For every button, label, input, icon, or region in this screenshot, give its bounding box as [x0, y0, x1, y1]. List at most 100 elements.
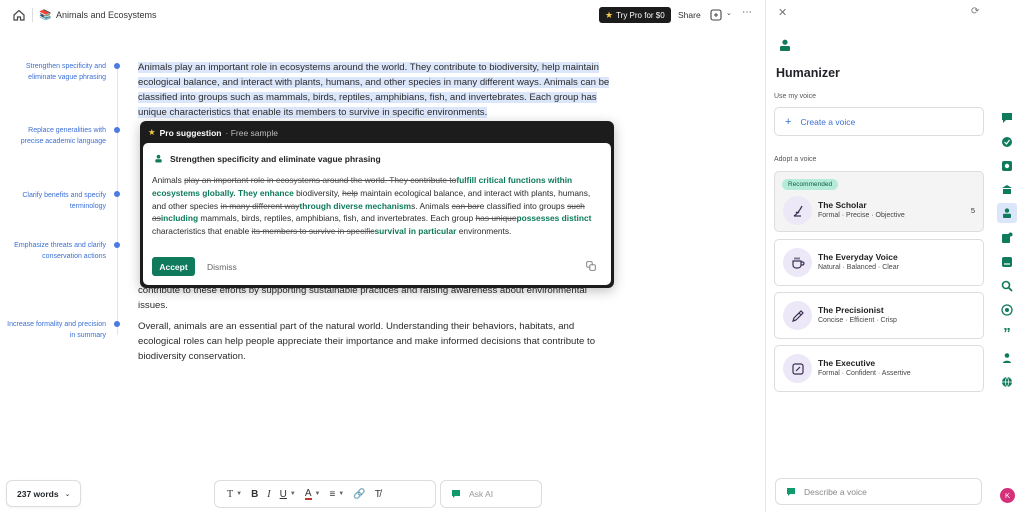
voice-card-precisionist[interactable]: The Precisionist Concise · Efficient · C…: [774, 292, 984, 339]
paraphrase-icon[interactable]: [999, 230, 1015, 246]
ai-chat-icon: [787, 487, 795, 496]
refresh-icon[interactable]: ⟳: [971, 6, 979, 17]
outline-dot: [114, 191, 120, 197]
outline-item-3[interactable]: Clarify benefits and specify terminology: [6, 191, 106, 212]
describe-voice-input[interactable]: Describe a voice: [775, 478, 982, 505]
editor-paragraph[interactable]: Overall, animals are an essential part o…: [138, 319, 618, 364]
pen-nib-icon: [783, 301, 812, 330]
share-button[interactable]: Share: [678, 10, 701, 20]
outline-item-2[interactable]: Replace generalities with precise academ…: [6, 126, 106, 147]
chevron-down-icon: ⌄: [64, 490, 71, 498]
top-bar: 📚 Animals and Ecosystems ★ Try Pro for $0…: [0, 0, 765, 30]
create-voice-button[interactable]: + Create a voice: [774, 107, 984, 136]
pen-square-icon: [783, 354, 812, 383]
humanizer-icon: [155, 154, 162, 163]
text-style-icon[interactable]: T: [227, 489, 233, 500]
user-avatar[interactable]: K: [1000, 488, 1015, 503]
recommended-badge: Recommended: [782, 179, 839, 190]
voice-count: 5: [970, 206, 975, 215]
suggestion-segment: e classified into groups: [479, 200, 568, 211]
outline-item-4[interactable]: Emphasize threats and clarify conservati…: [6, 241, 106, 262]
inserted-text: including: [160, 213, 199, 224]
suggestion-segment: Animals: [152, 175, 185, 185]
suggestion-segment: characteristics that enable: [152, 226, 252, 237]
globe-icon[interactable]: [999, 374, 1015, 390]
word-count-button[interactable]: 237 words ⌄: [6, 480, 82, 507]
quote-icon[interactable]: ”: [999, 326, 1015, 342]
outline-item-1[interactable]: Strengthen specificity and eliminate vag…: [6, 62, 106, 83]
suggestion-text: Animals play an important role in ecosys…: [152, 174, 602, 238]
accept-button[interactable]: Accept: [152, 257, 195, 276]
inserted-text: possesses distinct: [516, 213, 592, 224]
chevron-down-icon[interactable]: ▼: [236, 491, 242, 497]
deleted-text: in many different way: [220, 200, 300, 211]
deleted-text: can bar: [451, 200, 480, 211]
expert-review-icon[interactable]: [999, 254, 1015, 270]
doc-status-icon[interactable]: [710, 9, 722, 21]
suggestion-card: Strengthen specificity and eliminate vag…: [143, 143, 611, 285]
section-label: Use my voice: [774, 93, 817, 100]
deleted-text: help: [342, 187, 358, 198]
star-icon: ★: [605, 9, 614, 20]
plus-icon: +: [785, 115, 792, 128]
suggestion-segment: biodiversity,: [293, 187, 343, 198]
section-label: Adopt a voice: [774, 156, 817, 163]
humanizer-icon[interactable]: [997, 203, 1017, 223]
humanizer-panel: ✕ ⟳ Humanizer Use my voice + Create a vo…: [765, 0, 990, 512]
star-icon: ★: [148, 127, 156, 137]
outline-dot: [114, 127, 120, 133]
align-icon[interactable]: ≡: [329, 489, 335, 500]
outline-dot: [114, 321, 120, 327]
search-icon[interactable]: [999, 278, 1015, 294]
ai-chat-icon: [452, 490, 460, 498]
inserted-text: survival in particular: [374, 226, 457, 237]
panel-title: Humanizer: [776, 66, 840, 80]
link-icon[interactable]: 🔗: [353, 489, 365, 500]
outline-dot: [114, 242, 120, 248]
tool-rail: ”: [990, 0, 1024, 512]
underline-icon[interactable]: U: [280, 489, 287, 500]
inserted-text: through diverse mechanism: [299, 200, 412, 211]
more-icon[interactable]: ⋯: [742, 7, 752, 18]
ask-ai-input[interactable]: Ask AI: [440, 480, 542, 508]
suggestion-title: Strengthen specificity and eliminate vag…: [170, 154, 381, 164]
deleted-text: play an important role in ecosystems aro…: [184, 175, 457, 185]
copy-icon[interactable]: [586, 261, 596, 271]
voice-card-scholar[interactable]: Recommended The Scholar Formal · Precise…: [774, 171, 984, 232]
chevron-down-icon[interactable]: ▼: [315, 491, 321, 497]
text-color-icon[interactable]: A: [304, 488, 312, 500]
quill-icon: [783, 196, 812, 225]
close-icon[interactable]: ✕: [778, 6, 787, 19]
reader-icon[interactable]: [999, 350, 1015, 366]
bold-icon[interactable]: B: [251, 489, 258, 500]
library-icon[interactable]: [999, 182, 1015, 198]
grammar-icon[interactable]: [999, 134, 1015, 150]
try-pro-button[interactable]: ★ Try Pro for $0: [599, 7, 671, 23]
dismiss-button[interactable]: Dismiss: [207, 262, 237, 272]
outline-item-5[interactable]: Increase formality and precision in summ…: [6, 320, 106, 341]
deleted-text: its members to survive in specific: [251, 226, 375, 237]
voice-card-everyday[interactable]: The Everyday Voice Natural · Balanced · …: [774, 239, 984, 286]
clear-format-icon[interactable]: T̸: [375, 489, 381, 500]
ai-detector-icon[interactable]: [999, 158, 1015, 174]
chevron-down-icon[interactable]: ⌄: [726, 9, 732, 17]
format-toolbar: T ▼ B I U ▼ A ▼ ≡ ▼ 🔗 T̸: [214, 480, 436, 508]
chevron-down-icon[interactable]: ▼: [290, 491, 296, 497]
popup-header: ★ Pro suggestion · Free sample: [148, 127, 278, 138]
pro-suggestion-popup: ★ Pro suggestion · Free sample Strengthe…: [140, 121, 614, 288]
coffee-cup-icon: [783, 248, 812, 277]
suggestion-segment: environments.: [456, 226, 512, 237]
home-icon[interactable]: [12, 8, 26, 22]
outline-dot: [114, 63, 120, 69]
target-icon[interactable]: [999, 302, 1015, 318]
editor-paragraph[interactable]: Animals play an important role in ecosys…: [138, 60, 618, 120]
italic-icon[interactable]: I: [267, 489, 270, 500]
chevron-down-icon[interactable]: ▼: [338, 491, 344, 497]
document-emoji-icon: 📚: [39, 10, 52, 21]
voice-card-executive[interactable]: The Executive Formal · Confident · Asser…: [774, 345, 984, 392]
divider: [32, 8, 33, 22]
document-title[interactable]: Animals and Ecosystems: [56, 10, 157, 20]
deleted-text: has unique: [475, 213, 517, 224]
chat-icon[interactable]: [999, 110, 1015, 126]
humanizer-icon: [780, 39, 790, 51]
